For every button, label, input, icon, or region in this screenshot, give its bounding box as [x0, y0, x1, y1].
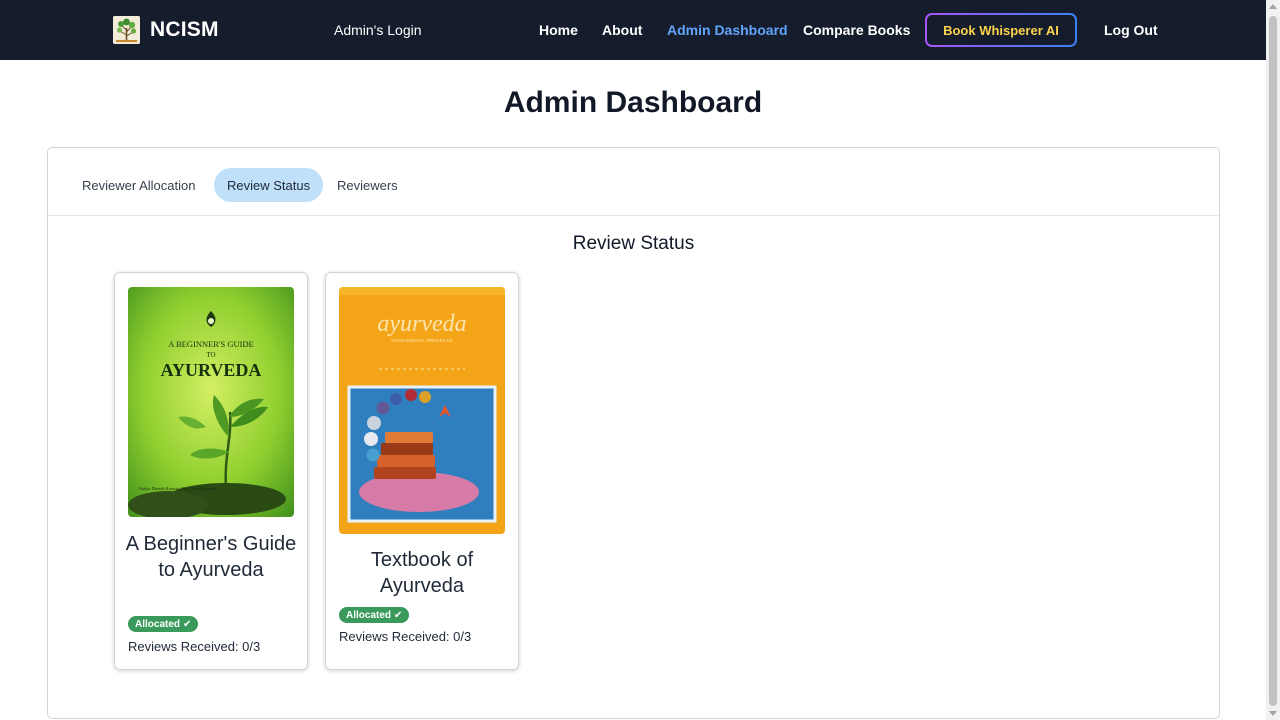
- status-badge: Allocated ✔: [339, 607, 410, 623]
- book-cover-image[interactable]: ayurveda FUNDAMENTAL PRINCIPLES: [339, 287, 505, 534]
- cover-authors: Vaidya Dinesh Kataria / Prof. Mita Kotec…: [138, 486, 217, 491]
- book-card[interactable]: ayurveda FUNDAMENTAL PRINCIPLES Textbook…: [325, 272, 519, 670]
- cover-line2: FUNDAMENTAL PRINCIPLES: [391, 338, 452, 343]
- book-whisperer-ai-button[interactable]: Book Whisperer AI: [925, 13, 1077, 47]
- logout-link[interactable]: Log Out: [1104, 22, 1158, 38]
- book-card[interactable]: A BEGINNER'S GUIDE TO AYURVEDA Vaidya Di…: [114, 272, 308, 670]
- page-title: Admin Dashboard: [503, 86, 763, 119]
- reviews-received: Reviews Received: 0/3: [128, 639, 261, 654]
- status-badge-label: Allocated: [135, 618, 181, 630]
- nav-home[interactable]: Home: [539, 22, 578, 38]
- scroll-up-arrow-icon[interactable]: [1269, 4, 1277, 9]
- cover-line2: TO: [206, 351, 215, 359]
- tab-review-status[interactable]: Review Status: [214, 168, 324, 202]
- scroll-thumb[interactable]: [1269, 16, 1277, 706]
- book-title: Textbook of Ayurveda: [370, 549, 474, 597]
- tab-reviewers[interactable]: Reviewers: [324, 168, 411, 202]
- status-badge-label: Allocated: [346, 609, 392, 621]
- section-title: Review Status: [572, 233, 695, 254]
- check-icon: ✔: [183, 618, 192, 630]
- top-navbar: NCISM Admin's Login Home About Admin Das…: [0, 0, 1266, 60]
- cover-line3: AYURVEDA: [161, 360, 262, 380]
- book-cover-image[interactable]: A BEGINNER'S GUIDE TO AYURVEDA Vaidya Di…: [128, 287, 294, 517]
- book-whisperer-ai-label: Book Whisperer AI: [927, 15, 1075, 45]
- admin-login-link[interactable]: Admin's Login: [334, 22, 422, 38]
- ncism-logo: [113, 16, 140, 44]
- check-icon: ✔: [394, 609, 403, 621]
- cover-line1: A BEGINNER'S GUIDE: [168, 339, 254, 349]
- nav-admin-dashboard[interactable]: Admin Dashboard: [667, 22, 788, 38]
- brand[interactable]: NCISM: [113, 16, 219, 44]
- tab-reviewer-allocation[interactable]: Reviewer Allocation: [69, 168, 208, 202]
- page-scrollbar[interactable]: [1266, 0, 1280, 720]
- cover-line1: ayurveda: [377, 311, 466, 337]
- status-badge: Allocated ✔: [128, 616, 199, 632]
- brand-name: NCISM: [150, 18, 219, 41]
- nav-compare-books[interactable]: Compare Books: [803, 22, 910, 38]
- tab-bar: Reviewer Allocation Review Status Review…: [48, 148, 1219, 216]
- scroll-down-arrow-icon[interactable]: [1269, 711, 1277, 716]
- book-title: A Beginner's Guide to Ayurveda: [125, 533, 297, 581]
- reviews-received: Reviews Received: 0/3: [339, 629, 472, 644]
- nav-about[interactable]: About: [602, 22, 642, 38]
- dashboard-panel: Reviewer Allocation Review Status Review…: [47, 147, 1220, 719]
